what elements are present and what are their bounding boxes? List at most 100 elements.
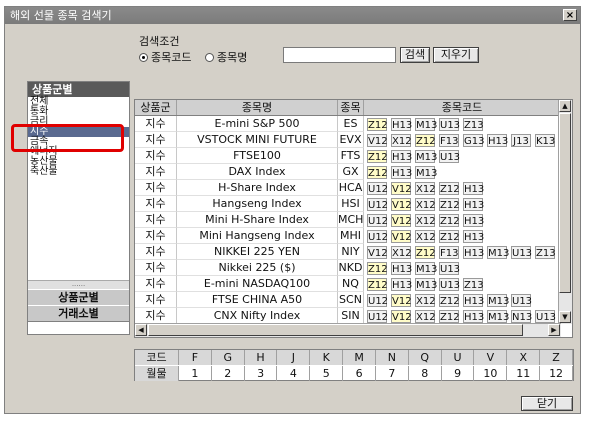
month-code-chip[interactable]: M13: [415, 278, 437, 291]
month-code-chip[interactable]: X12: [415, 230, 436, 243]
radio-name[interactable]: 종목명: [205, 49, 247, 65]
month-code-chip[interactable]: H13: [487, 134, 508, 147]
month-code-chip[interactable]: U12: [367, 294, 388, 307]
month-code-chip[interactable]: Z12: [439, 294, 460, 307]
month-code-chip[interactable]: U13: [439, 278, 460, 291]
month-code-chip[interactable]: Z13: [463, 118, 484, 131]
month-code-chip[interactable]: H13: [391, 166, 412, 179]
month-code-chip[interactable]: Z12: [415, 134, 436, 147]
table-row[interactable]: 지수 Mini Hangseng Index MHI U12 V12 X12 Z12 H13: [135, 228, 572, 244]
close-icon[interactable]: ×: [563, 9, 577, 21]
month-code-chip[interactable]: J13: [511, 134, 531, 147]
month-code-chip[interactable]: Z13: [535, 246, 556, 259]
month-code-chip[interactable]: U12: [367, 310, 388, 323]
month-code-chip[interactable]: H13: [463, 310, 484, 323]
month-code-chip[interactable]: V12: [367, 246, 388, 259]
scroll-right-icon[interactable]: ▶: [548, 324, 560, 336]
month-code-chip[interactable]: H13: [391, 262, 412, 275]
month-code-chip[interactable]: U13: [535, 310, 556, 323]
horizontal-scrollbar[interactable]: ◀ ▶: [135, 323, 561, 337]
table-row[interactable]: 지수 VSTOCK MINI FUTURE EVX V12 X12 Z12 F13 G13 H1…: [135, 132, 572, 148]
month-code-chip[interactable]: N13: [511, 310, 532, 323]
radio-dot-code[interactable]: [139, 52, 148, 62]
month-code-chip[interactable]: Z12: [367, 118, 388, 131]
table-row[interactable]: 지수 E-mini NASDAQ100 NQ Z12 H13 M13 U13 Z13: [135, 276, 572, 292]
month-code-chip[interactable]: V12: [367, 134, 388, 147]
month-code-chip[interactable]: H13: [463, 182, 484, 195]
month-code-chip[interactable]: H13: [391, 118, 412, 131]
month-code-chip[interactable]: V12: [391, 294, 412, 307]
table-row[interactable]: 지수 FTSE100 FTS Z12 H13 M13 U13: [135, 148, 572, 164]
scroll-up-icon[interactable]: ▲: [559, 100, 571, 112]
table-row[interactable]: 지수 NIKKEI 225 YEN NIY V12 X12 Z12 F13 H13 M13 U13…: [135, 244, 572, 260]
month-code-chip[interactable]: F13: [439, 134, 459, 147]
table-row[interactable]: 지수 CNX Nifty Index SIN U12 V12 X12 Z12 H13 M13 N1…: [135, 308, 572, 324]
table-row[interactable]: 지수 Mini H-Share Index MCH U12 V12 X12 Z12 H13: [135, 212, 572, 228]
month-code-chip[interactable]: Z12: [367, 150, 388, 163]
month-code-chip[interactable]: M13: [487, 310, 509, 323]
tab-exchange[interactable]: 거래소별: [28, 305, 129, 322]
month-code-chip[interactable]: X12: [415, 198, 436, 211]
month-code-chip[interactable]: U13: [439, 150, 460, 163]
month-code-chip[interactable]: Z12: [367, 262, 388, 275]
month-code-chip[interactable]: M13: [415, 166, 437, 179]
table-row[interactable]: 지수 Hangseng Index HSI U12 V12 X12 Z12 H13: [135, 196, 572, 212]
month-code-chip[interactable]: Z12: [367, 278, 388, 291]
month-code-chip[interactable]: H13: [463, 294, 484, 307]
tab-product-group[interactable]: 상품군별: [28, 289, 129, 306]
month-code-chip[interactable]: U13: [439, 262, 460, 275]
table-row[interactable]: 지수 H-Share Index HCA U12 V12 X12 Z12 H13: [135, 180, 572, 196]
col-header-name[interactable]: 종목명: [177, 100, 338, 115]
month-code-chip[interactable]: X12: [415, 294, 436, 307]
search-button[interactable]: 검색: [400, 47, 430, 63]
close-button[interactable]: 닫기: [521, 396, 573, 411]
col-header-codes[interactable]: 종목코드: [364, 100, 561, 115]
month-code-chip[interactable]: U12: [367, 230, 388, 243]
month-code-chip[interactable]: X12: [415, 182, 436, 195]
month-code-chip[interactable]: V12: [391, 182, 412, 195]
month-code-chip[interactable]: M13: [415, 262, 437, 275]
month-code-chip[interactable]: V12: [391, 214, 412, 227]
month-code-chip[interactable]: U12: [367, 182, 388, 195]
category-item[interactable]: 축산물: [28, 167, 129, 177]
month-code-chip[interactable]: H13: [391, 278, 412, 291]
month-code-chip[interactable]: V12: [391, 198, 412, 211]
month-code-chip[interactable]: Z12: [439, 310, 460, 323]
month-code-chip[interactable]: K13: [535, 134, 555, 147]
vertical-scroll-thumb[interactable]: [559, 113, 571, 293]
month-code-chip[interactable]: Z12: [439, 214, 460, 227]
month-code-chip[interactable]: Z12: [367, 166, 388, 179]
clear-button[interactable]: 지우기: [433, 47, 479, 63]
month-code-chip[interactable]: H13: [463, 214, 484, 227]
month-code-chip[interactable]: U13: [511, 246, 532, 259]
month-code-chip[interactable]: H13: [463, 246, 484, 259]
col-header-group[interactable]: 상품군: [135, 100, 177, 115]
month-code-chip[interactable]: U13: [511, 294, 532, 307]
month-code-chip[interactable]: Z12: [415, 246, 436, 259]
month-code-chip[interactable]: H13: [391, 150, 412, 163]
month-code-chip[interactable]: X12: [391, 134, 412, 147]
month-code-chip[interactable]: Z13: [463, 278, 484, 291]
month-code-chip[interactable]: V12: [391, 310, 412, 323]
scroll-left-icon[interactable]: ◀: [135, 324, 147, 336]
month-code-chip[interactable]: X12: [415, 310, 436, 323]
month-code-chip[interactable]: V12: [391, 230, 412, 243]
horizontal-scroll-thumb[interactable]: [148, 324, 523, 336]
search-input[interactable]: [283, 47, 396, 63]
table-row[interactable]: 지수 FTSE CHINA A50 SCN U12 V12 X12 Z12 H13 M13 U13: [135, 292, 572, 308]
month-code-chip[interactable]: U12: [367, 214, 388, 227]
col-header-symbol[interactable]: 종목: [338, 100, 364, 115]
month-code-chip[interactable]: Z12: [439, 182, 460, 195]
month-code-chip[interactable]: M13: [415, 150, 437, 163]
month-code-chip[interactable]: H13: [463, 198, 484, 211]
month-code-chip[interactable]: F13: [439, 246, 459, 259]
month-code-chip[interactable]: U12: [367, 198, 388, 211]
scroll-down-icon[interactable]: ▼: [559, 311, 571, 323]
month-code-chip[interactable]: X12: [415, 214, 436, 227]
radio-dot-name[interactable]: [205, 52, 214, 62]
month-code-chip[interactable]: U13: [439, 118, 460, 131]
month-code-chip[interactable]: Z12: [439, 230, 460, 243]
month-code-chip[interactable]: M13: [487, 246, 509, 259]
radio-code[interactable]: 종목코드: [139, 49, 191, 65]
month-code-chip[interactable]: H13: [463, 230, 484, 243]
